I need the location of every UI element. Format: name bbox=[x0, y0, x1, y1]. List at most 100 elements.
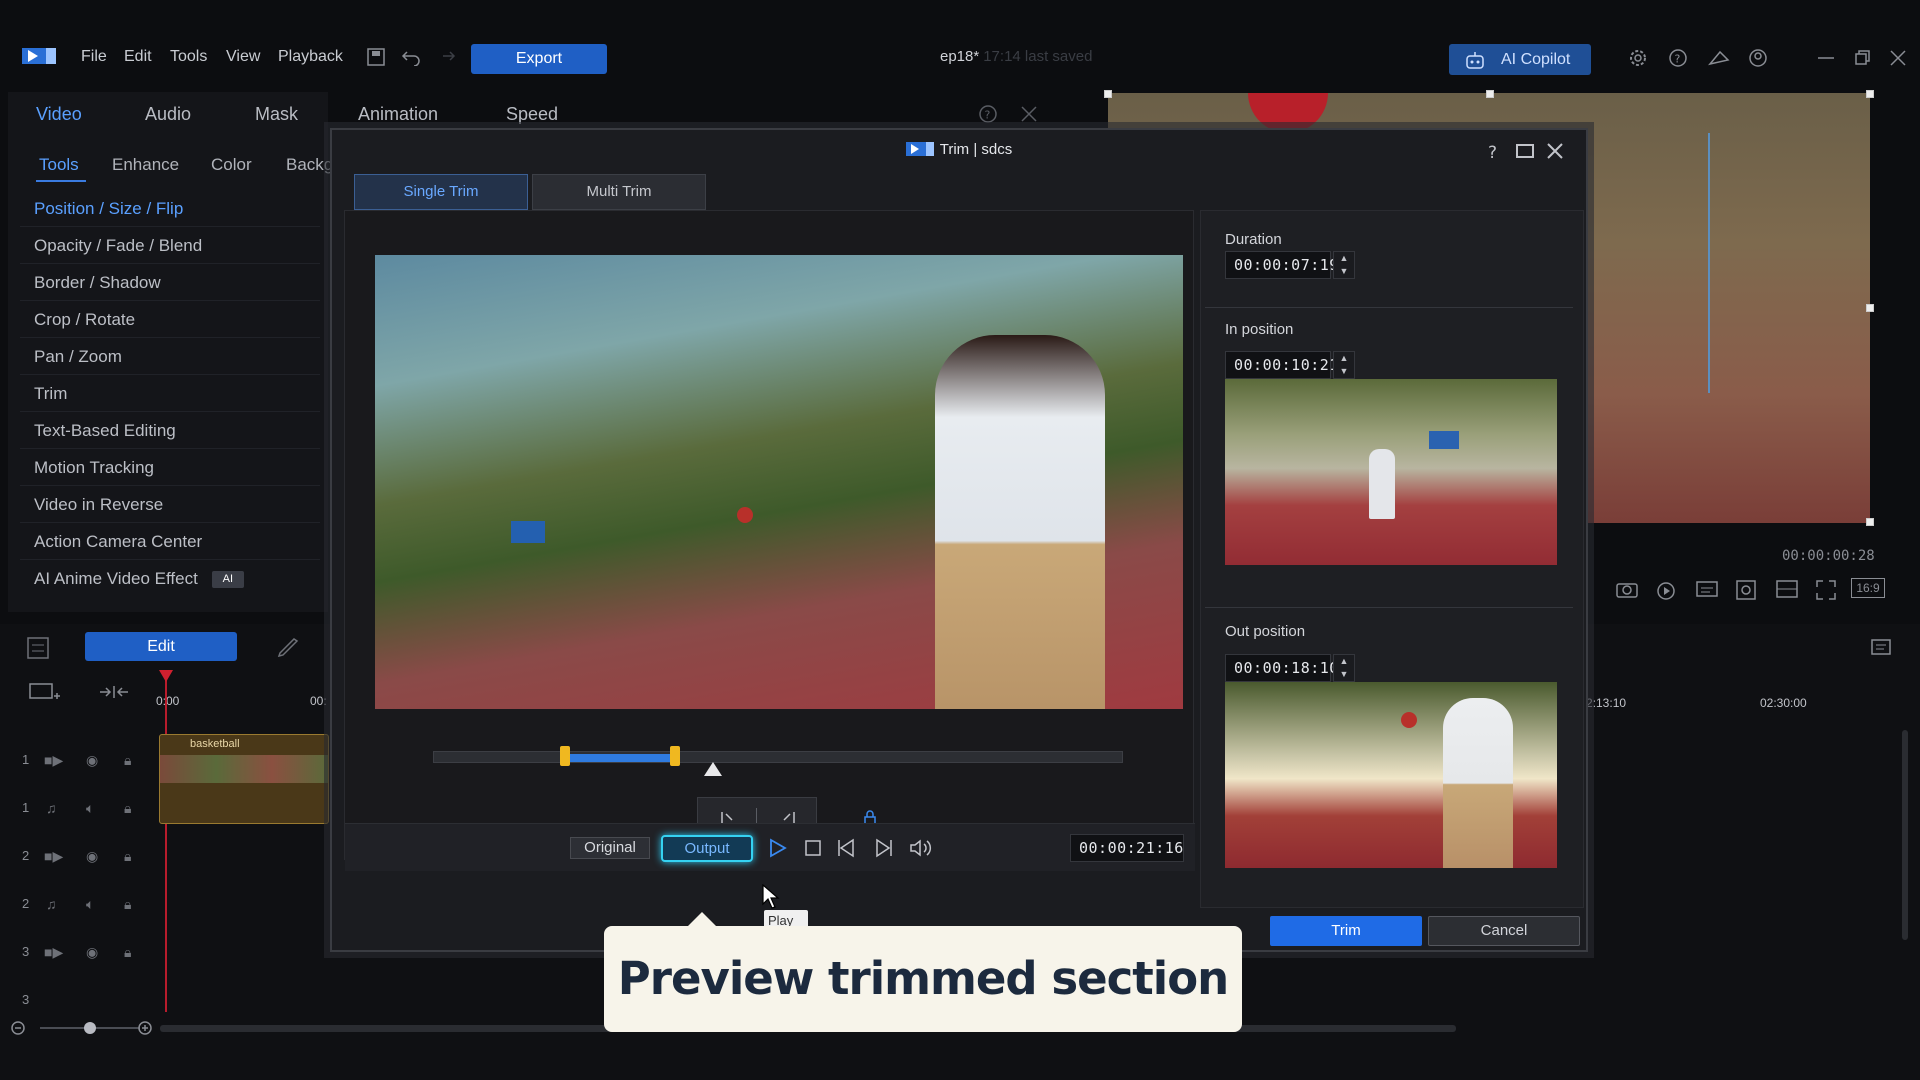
duration-stepper[interactable]: ▲ ▼ bbox=[1333, 251, 1355, 279]
original-button[interactable]: Original bbox=[570, 837, 650, 859]
menu-view[interactable]: View bbox=[226, 48, 260, 66]
resize-handle[interactable] bbox=[1486, 90, 1494, 98]
pen-icon[interactable] bbox=[277, 638, 301, 658]
subtab-background[interactable]: Backg bbox=[286, 155, 333, 175]
mark-out-handle[interactable] bbox=[669, 746, 680, 766]
trim-selection[interactable] bbox=[564, 754, 675, 762]
layout-icon[interactable] bbox=[1776, 580, 1798, 598]
close-window-icon[interactable] bbox=[1890, 50, 1906, 66]
tool-motion-tracking[interactable]: Motion Tracking bbox=[20, 450, 320, 486]
play-icon[interactable] bbox=[769, 838, 787, 858]
tool-border-shadow[interactable]: Border / Shadow bbox=[20, 265, 320, 301]
tool-position-size-flip[interactable]: Position / Size / Flip bbox=[20, 191, 320, 227]
resize-handle[interactable] bbox=[1866, 90, 1874, 98]
trim-video-preview[interactable] bbox=[375, 255, 1183, 709]
panel-help-icon[interactable]: ? bbox=[978, 104, 998, 124]
account-icon[interactable] bbox=[1748, 48, 1768, 68]
subtitles-icon[interactable] bbox=[1696, 580, 1718, 598]
panel-close-icon[interactable] bbox=[1021, 106, 1037, 122]
dialog-maximize-icon[interactable] bbox=[1516, 143, 1534, 159]
tool-crop-rotate[interactable]: Crop / Rotate bbox=[20, 302, 320, 338]
lock-icon[interactable]: 🔒︎ bbox=[124, 800, 131, 817]
tab-audio[interactable]: Audio bbox=[145, 104, 191, 125]
zoom-slider-thumb[interactable] bbox=[84, 1022, 96, 1034]
eye-icon[interactable]: ◉ bbox=[86, 752, 98, 769]
tool-pan-zoom[interactable]: Pan / Zoom bbox=[20, 339, 320, 375]
trim-scrubber[interactable] bbox=[433, 746, 1123, 776]
stop-icon[interactable] bbox=[805, 840, 821, 856]
timeline-settings-icon[interactable] bbox=[26, 636, 50, 660]
menu-playback[interactable]: Playback bbox=[278, 48, 343, 66]
timeline-clip[interactable]: basketball bbox=[159, 734, 329, 824]
mark-in-handle[interactable] bbox=[559, 746, 570, 766]
scrubber-playhead[interactable] bbox=[703, 762, 722, 776]
fit-timeline-icon[interactable] bbox=[98, 684, 130, 700]
speaker-icon[interactable]: 🔈︎ bbox=[86, 800, 94, 817]
tool-opacity-fade-blend[interactable]: Opacity / Fade / Blend bbox=[20, 228, 320, 264]
lock-icon[interactable]: 🔒︎ bbox=[124, 896, 131, 913]
tab-animation[interactable]: Animation bbox=[358, 104, 438, 125]
eye-icon[interactable]: ◉ bbox=[86, 944, 98, 961]
feedback-icon[interactable] bbox=[1708, 48, 1730, 68]
resize-handle[interactable] bbox=[1866, 518, 1874, 526]
export-button[interactable]: Export bbox=[471, 44, 607, 74]
resize-handle[interactable] bbox=[1866, 304, 1874, 312]
ai-copilot-button[interactable]: AI Copilot bbox=[1449, 44, 1591, 75]
settings-icon[interactable] bbox=[1628, 48, 1648, 68]
in-position-field[interactable]: 00:00:10:21 bbox=[1225, 351, 1338, 379]
out-position-stepper[interactable]: ▲ ▼ bbox=[1333, 654, 1355, 682]
resize-handle[interactable] bbox=[1104, 90, 1112, 98]
snapshot-icon[interactable] bbox=[1616, 580, 1638, 598]
edit-button[interactable]: Edit bbox=[85, 632, 237, 661]
tool-text-based-editing[interactable]: Text-Based Editing bbox=[20, 413, 320, 449]
subtab-enhance[interactable]: Enhance bbox=[112, 155, 179, 175]
out-position-field[interactable]: 00:00:18:10 bbox=[1225, 654, 1338, 682]
speaker-icon[interactable]: 🔈︎ bbox=[86, 896, 94, 913]
tab-speed[interactable]: Speed bbox=[506, 104, 558, 125]
fullscreen-icon[interactable] bbox=[1816, 580, 1836, 600]
next-frame-icon[interactable] bbox=[873, 838, 893, 858]
lock-icon[interactable]: 🔒︎ bbox=[124, 848, 131, 865]
eye-icon[interactable]: ◉ bbox=[86, 848, 98, 865]
subtab-color[interactable]: Color bbox=[211, 155, 252, 175]
lock-icon[interactable]: 🔒︎ bbox=[124, 944, 131, 961]
zoom-out-icon[interactable] bbox=[10, 1020, 26, 1036]
save-icon[interactable] bbox=[367, 48, 385, 66]
in-position-stepper[interactable]: ▲ ▼ bbox=[1333, 351, 1355, 379]
tool-ai-anime-video-effect[interactable]: AI Anime Video Effect AI bbox=[20, 561, 320, 597]
library-icon[interactable] bbox=[1870, 636, 1896, 658]
previous-frame-icon[interactable] bbox=[837, 838, 857, 858]
tool-video-in-reverse[interactable]: Video in Reverse bbox=[20, 487, 320, 523]
tool-trim[interactable]: Trim bbox=[20, 376, 320, 412]
volume-icon[interactable] bbox=[909, 838, 933, 858]
undo-icon[interactable] bbox=[401, 48, 421, 66]
trim-button[interactable]: Trim bbox=[1270, 916, 1422, 946]
zoom-in-icon[interactable] bbox=[137, 1020, 153, 1036]
lock-icon[interactable]: 🔒︎ bbox=[124, 752, 131, 769]
subtab-tools[interactable]: Tools bbox=[39, 155, 79, 175]
minimize-icon[interactable] bbox=[1818, 56, 1834, 60]
menu-tools[interactable]: Tools bbox=[170, 48, 207, 66]
cancel-button[interactable]: Cancel bbox=[1428, 916, 1580, 946]
dialog-help-icon[interactable]: ? bbox=[1486, 142, 1502, 162]
redo-icon[interactable] bbox=[436, 48, 456, 66]
dialog-close-icon[interactable] bbox=[1546, 142, 1564, 160]
output-button[interactable]: Output bbox=[661, 835, 753, 862]
zoom-preview-icon[interactable] bbox=[1736, 580, 1758, 600]
tab-video[interactable]: Video bbox=[36, 104, 82, 125]
help-icon[interactable]: ? bbox=[1668, 48, 1688, 68]
aspect-ratio-button[interactable]: 16:9 bbox=[1851, 578, 1885, 598]
tool-action-camera-center[interactable]: Action Camera Center bbox=[20, 524, 320, 560]
render-preview-icon[interactable] bbox=[1656, 580, 1678, 600]
timeline-playhead[interactable] bbox=[165, 672, 167, 1012]
tab-mask[interactable]: Mask bbox=[255, 104, 298, 125]
duration-field[interactable]: 00:00:07:19 bbox=[1225, 251, 1338, 279]
add-track-icon[interactable] bbox=[28, 682, 60, 702]
timeline-vscrollbar[interactable] bbox=[1902, 730, 1908, 940]
restore-icon[interactable] bbox=[1854, 50, 1870, 66]
tab-multi-trim[interactable]: Multi Trim bbox=[532, 174, 706, 210]
menu-file[interactable]: File bbox=[81, 48, 107, 66]
tab-single-trim[interactable]: Single Trim bbox=[354, 174, 528, 210]
menu-edit[interactable]: Edit bbox=[124, 48, 152, 66]
thumb-ball bbox=[1401, 712, 1417, 728]
